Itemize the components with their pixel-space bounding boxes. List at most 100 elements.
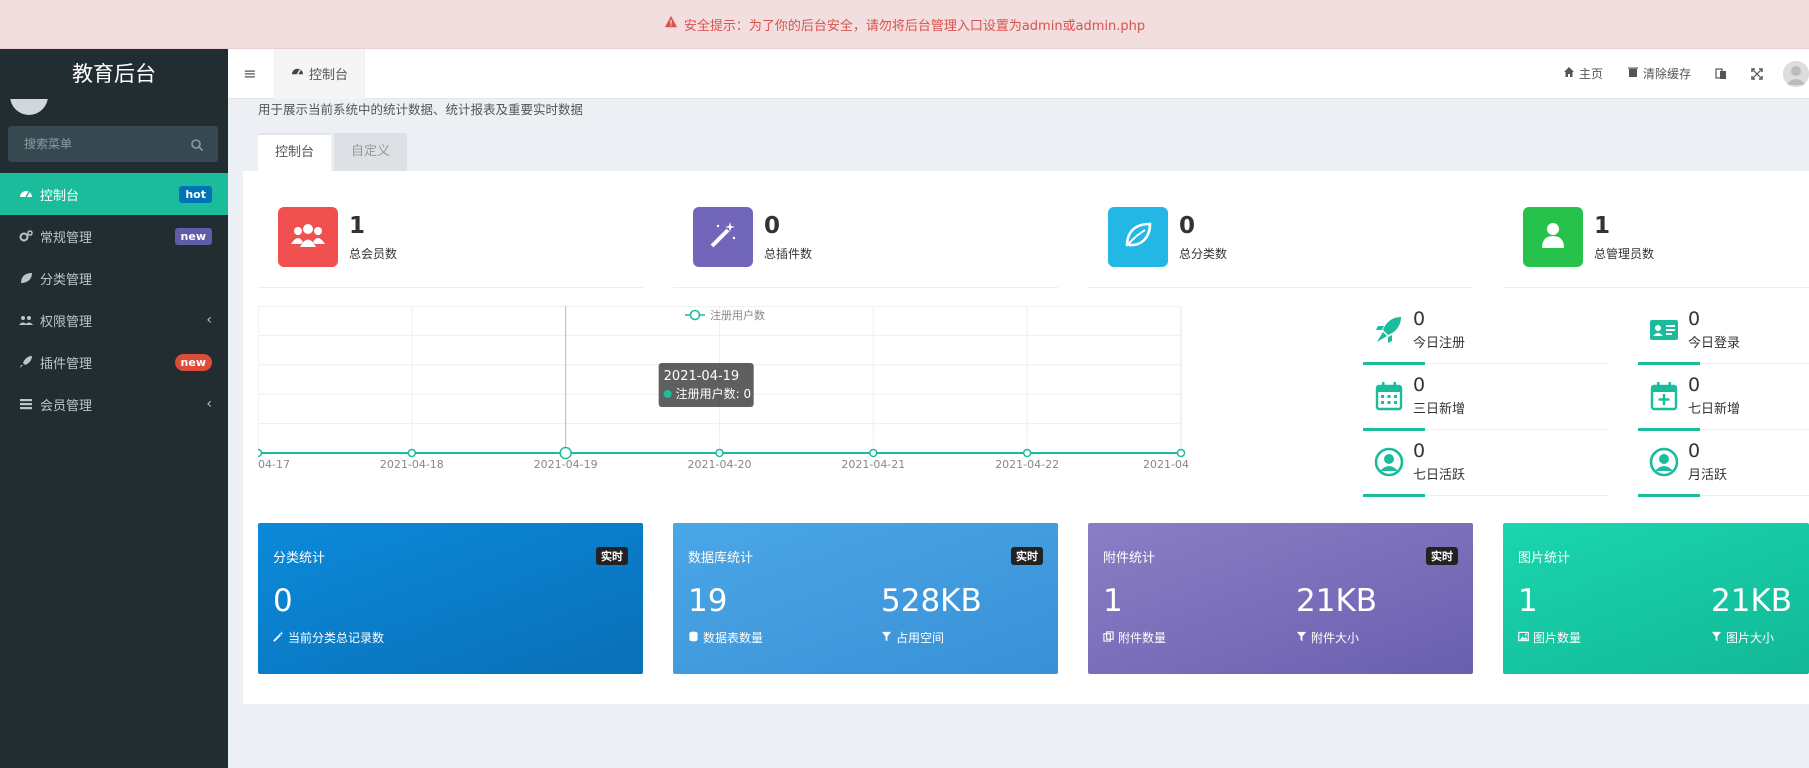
stat-label: 总插件数 (764, 247, 813, 261)
card-category-stats: 分类统计 实时 0 当前分类总记录数 (258, 523, 643, 674)
fullscreen-icon[interactable] (1739, 49, 1775, 99)
card-attachment-stats: 附件统计 实时 1 21KB 附件数量 附件大小 (1088, 523, 1473, 674)
home-label: 主页 (1578, 67, 1603, 81)
sidebar-item-plugins[interactable]: 插件管理 new (0, 341, 228, 383)
brand-title[interactable]: 教育后台 (0, 49, 228, 99)
sidebar-item-dashboard[interactable]: 控制台 hot (0, 173, 228, 215)
stat-icon-box (1523, 207, 1583, 267)
mini-stat-label: 七日活跃 (1413, 468, 1466, 483)
mini-stat-label: 今日注册 (1413, 336, 1466, 351)
sidebar-item-members[interactable]: 会员管理 ‹ (0, 383, 228, 425)
sidebar-item-label: 插件管理 (40, 356, 93, 372)
mini-stat-three-day-new: 0 三日新增 (1363, 374, 1608, 431)
sidebar: 教育后台 控制台 hot 常规管理 new 分类管理 权限管理 ‹ 插件管理 (0, 49, 228, 768)
users-icon (291, 222, 325, 252)
card-title: 图片统计 (1518, 551, 1571, 566)
rocket-icon (1373, 314, 1405, 346)
clear-cache-button[interactable]: 清除缓存 (1615, 49, 1703, 99)
hot-badge: hot (179, 185, 212, 203)
sidebar-item-category[interactable]: 分类管理 (0, 257, 228, 299)
leaf-icon (19, 271, 33, 285)
mini-stat-today-login: 0 今日登录 (1638, 308, 1809, 365)
stat-total-members: 1 总会员数 (258, 201, 643, 288)
stat-label: 总管理员数 (1594, 247, 1655, 261)
mini-stat-monthly-active: 0 月活跃 (1638, 440, 1809, 497)
tab-dashboard[interactable]: 控制台 (274, 48, 366, 99)
card-sub: 当前分类总记录数 (273, 629, 384, 646)
divider (1363, 428, 1608, 431)
card-title: 数据库统计 (688, 551, 754, 566)
filter-icon (881, 631, 892, 645)
files-icon (1103, 630, 1114, 645)
stat-icon-box (1108, 207, 1168, 267)
mini-stat-label: 月活跃 (1688, 468, 1728, 483)
menu-search-input[interactable] (22, 136, 182, 152)
sidebar-item-label: 常规管理 (40, 230, 93, 246)
stat-label: 总分类数 (1179, 247, 1228, 261)
mini-stat-today-register: 0 今日注册 (1363, 308, 1608, 365)
mini-stat-label: 今日登录 (1688, 336, 1741, 351)
tab-dashboard-content[interactable]: 控制台 (258, 133, 332, 171)
sidebar-item-label: 权限管理 (40, 314, 93, 330)
divider (1638, 494, 1809, 497)
card-value-secondary: 21KB (1296, 583, 1378, 619)
stat-icon-box (278, 207, 338, 267)
divider (1638, 428, 1809, 431)
mini-stat-value: 0 (1413, 374, 1426, 396)
chart-point (869, 448, 878, 458)
chart-point (1176, 448, 1186, 458)
mini-stat-value: 0 (1688, 440, 1701, 462)
card-sub-secondary: 附件大小 (1296, 629, 1359, 646)
chart-legend-label: 注册用户数 (710, 308, 765, 322)
content-tabs: 控制台 自定义 (258, 133, 408, 171)
sidebar-item-auth[interactable]: 权限管理 ‹ (0, 299, 228, 341)
chart-point (559, 446, 572, 460)
filter-icon (1296, 631, 1307, 645)
search-icon[interactable] (190, 137, 204, 152)
chart-point (258, 448, 263, 458)
rocket-icon (19, 355, 33, 369)
chevron-left-icon: ‹ (206, 312, 212, 328)
card-title: 附件统计 (1103, 551, 1156, 566)
divider (1638, 362, 1809, 365)
realtime-badge: 实时 (596, 547, 628, 565)
realtime-badge: 实时 (1011, 547, 1043, 565)
mini-stat-value: 0 (1688, 374, 1701, 396)
stat-value: 0 (764, 213, 781, 239)
stat-total-categories: 0 总分类数 (1088, 201, 1473, 288)
menu-toggle-icon[interactable]: ≡ (228, 49, 272, 99)
calendar-icon (1373, 380, 1405, 412)
chart-point (407, 448, 417, 458)
card-sub: 图片数量 (1518, 629, 1581, 646)
language-icon[interactable] (1703, 49, 1739, 99)
top-header: ≡ 控制台 主页 清除缓存 (228, 48, 1809, 99)
image-icon (1518, 631, 1529, 645)
home-link[interactable]: 主页 (1551, 49, 1615, 99)
user-avatar[interactable] (1783, 60, 1809, 87)
trash-icon (1627, 66, 1639, 81)
stat-value: 0 (1179, 213, 1196, 239)
mini-stat-seven-day-active: 0 七日活跃 (1363, 440, 1608, 497)
mini-stat-value: 0 (1413, 440, 1426, 462)
mini-stat-value: 0 (1413, 308, 1426, 330)
chart-tick-label: 2021-04-19 (534, 458, 598, 471)
stat-total-admins: 1 总管理员数 (1503, 201, 1809, 288)
sidebar-menu: 控制台 hot 常规管理 new 分类管理 权限管理 ‹ 插件管理 new 会员… (0, 173, 228, 425)
sidebar-item-general[interactable]: 常规管理 new (0, 215, 228, 257)
stat-value: 1 (1594, 213, 1611, 239)
sidebar-item-label: 会员管理 (40, 398, 93, 414)
card-sub: 附件数量 (1103, 629, 1166, 646)
mini-stat-seven-day-new: 0 七日新增 (1638, 374, 1809, 431)
card-value: 1 (1518, 583, 1538, 619)
tab-custom[interactable]: 自定义 (334, 133, 408, 171)
card-sub-secondary: 图片大小 (1711, 629, 1774, 646)
sidebar-item-label: 控制台 (40, 188, 80, 204)
chart-point (715, 448, 724, 458)
menu-search (8, 126, 218, 162)
card-sub-label: 图片数量 (1533, 631, 1582, 645)
card-sub-label: 数据表数量 (703, 631, 764, 645)
card-value: 0 (273, 583, 293, 619)
card-title: 分类统计 (273, 551, 326, 566)
card-sub-label: 附件数量 (1118, 631, 1167, 645)
magic-wand-icon (273, 630, 284, 645)
